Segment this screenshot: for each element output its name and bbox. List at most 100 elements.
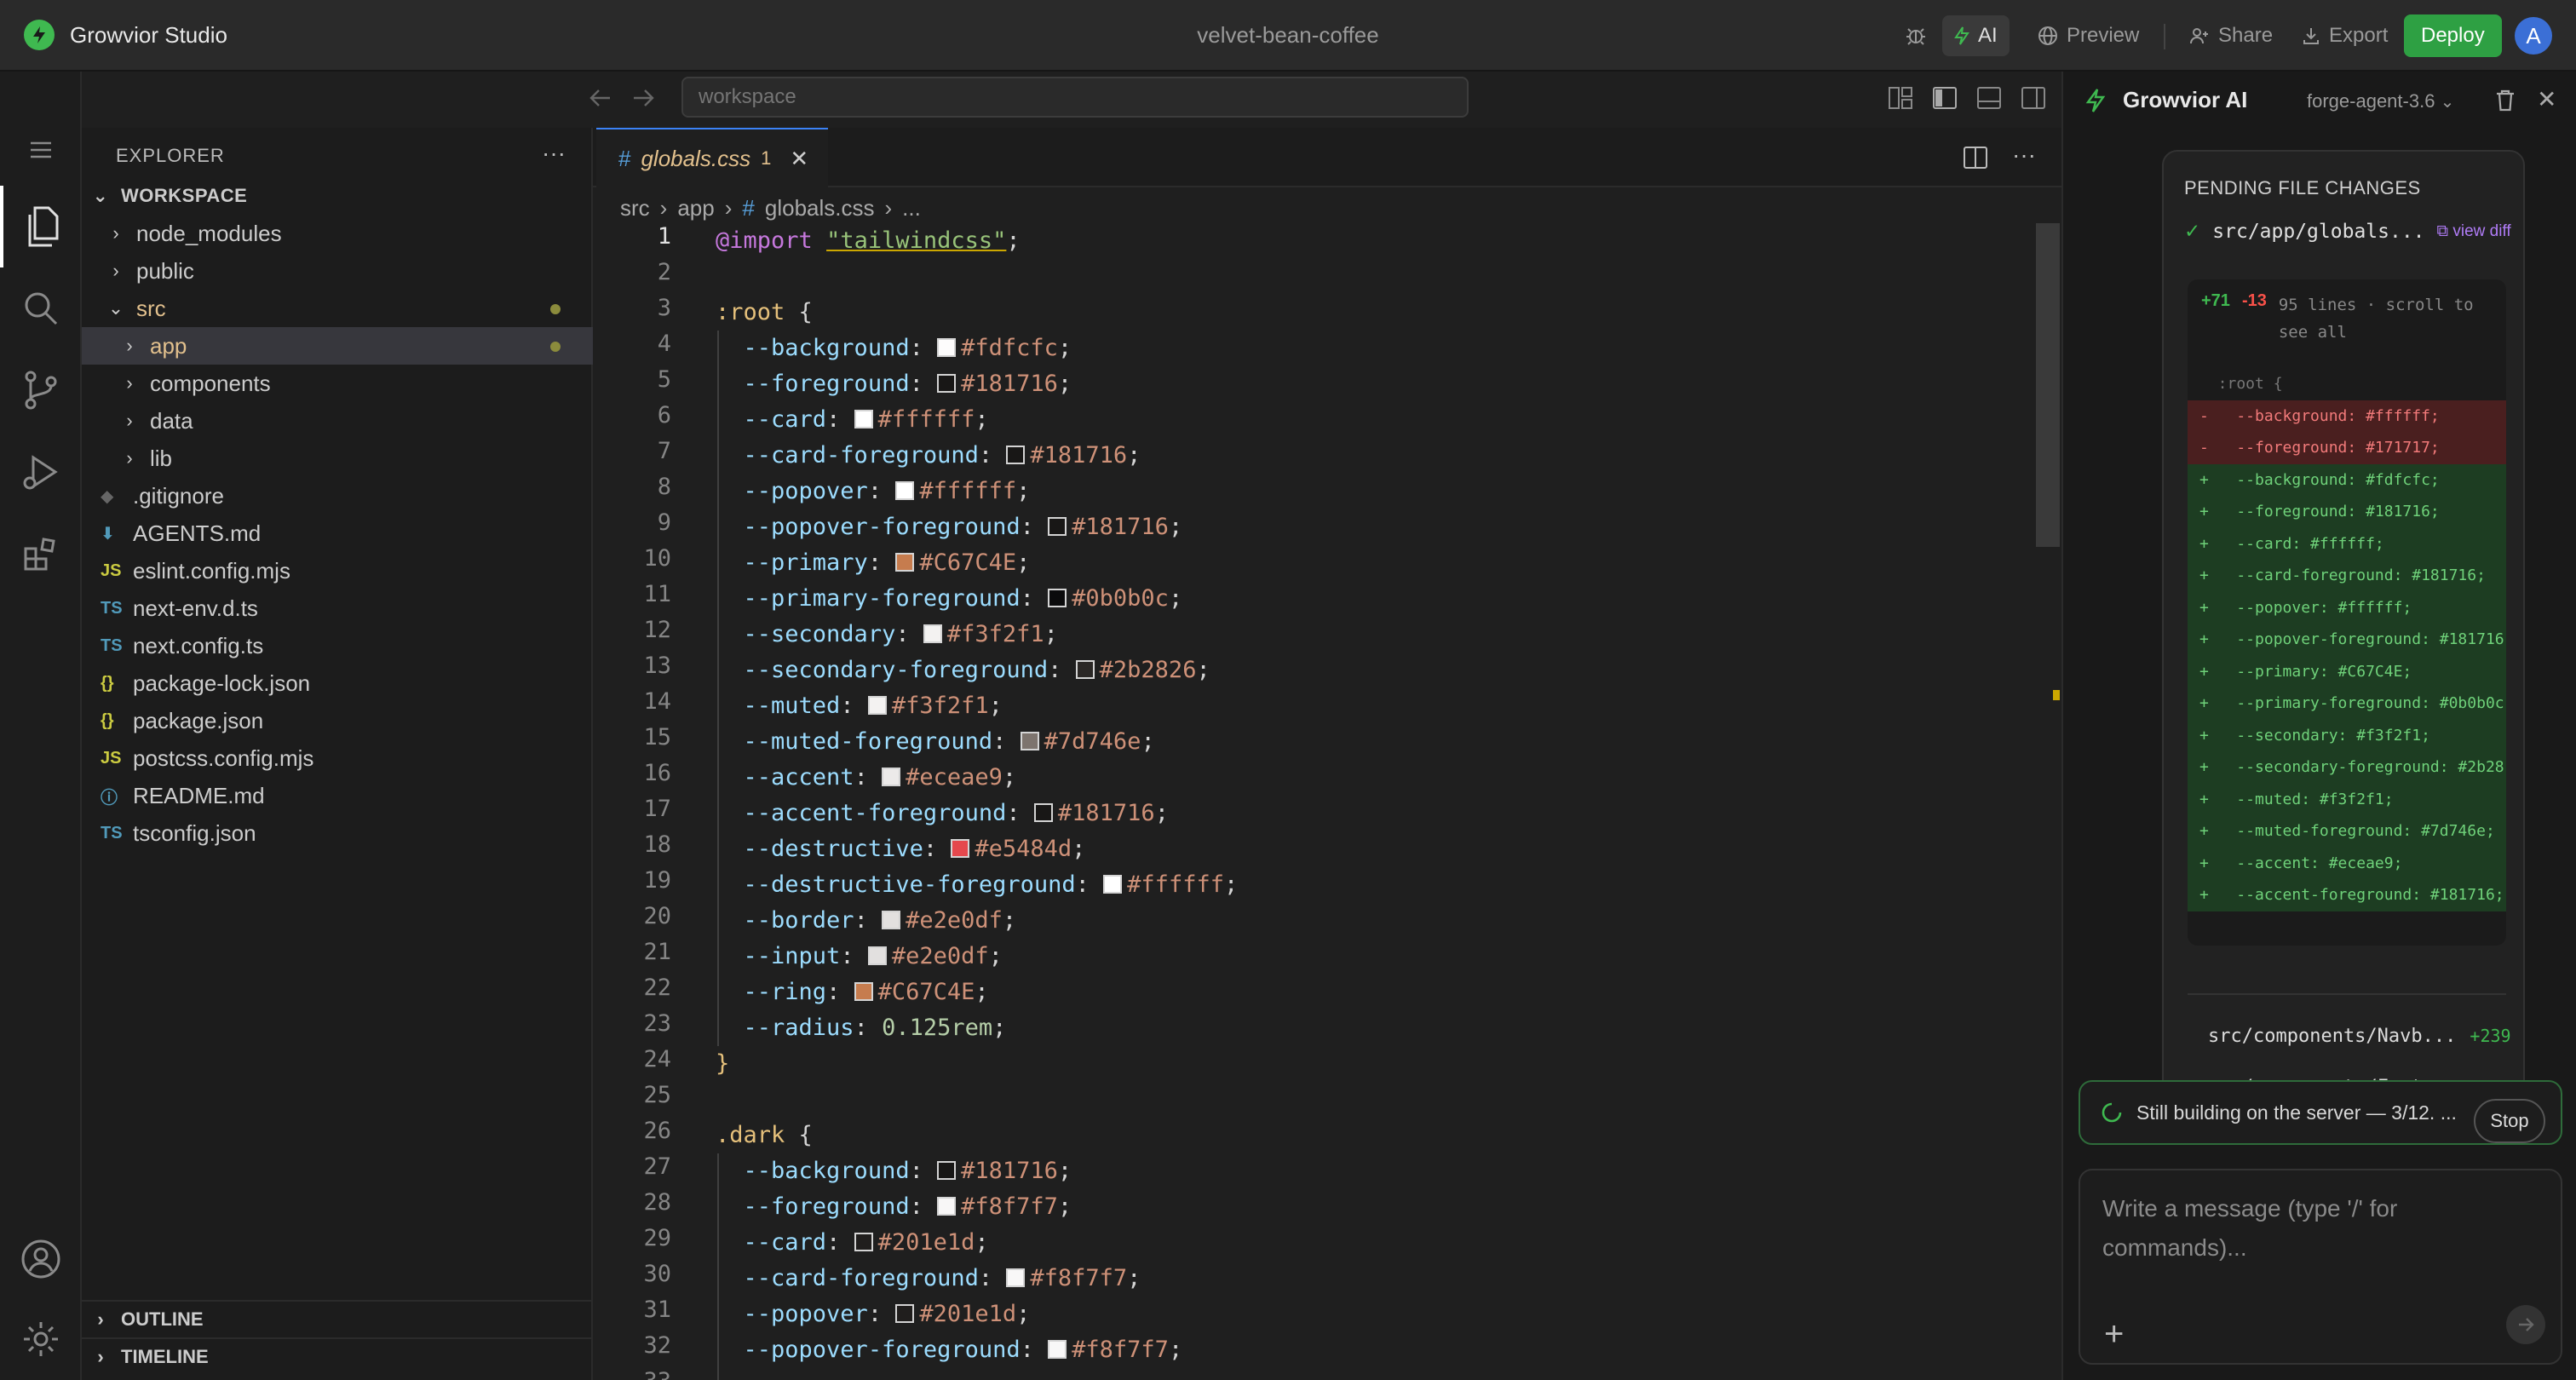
color-swatch[interactable] <box>1103 875 1123 894</box>
close-icon[interactable]: ✕ <box>2537 85 2556 113</box>
breadcrumb-item[interactable]: globals.css <box>765 195 875 221</box>
diff-preview[interactable]: +71 -13 95 lines · scroll to see all :ro… <box>2188 279 2506 946</box>
settings-activity[interactable] <box>0 1298 82 1380</box>
run-debug-activity[interactable] <box>0 431 82 513</box>
color-swatch[interactable] <box>1033 803 1053 822</box>
tree-file-package-json[interactable]: {} package.json <box>82 702 593 739</box>
tree-file-gitignore[interactable]: ◆ .gitignore <box>82 477 593 515</box>
split-editor-icon[interactable] <box>1963 145 1988 170</box>
color-swatch[interactable] <box>1006 446 1026 464</box>
tree-folder-components[interactable]: › components <box>82 365 593 402</box>
color-swatch[interactable] <box>895 553 915 572</box>
share-button[interactable]: Share <box>2177 15 2285 56</box>
breadcrumb-item[interactable]: src <box>620 195 650 221</box>
color-swatch[interactable] <box>923 624 942 643</box>
tree-folder-src[interactable]: ⌄ src <box>82 290 593 327</box>
forward-arrow-icon[interactable] <box>630 85 656 111</box>
color-swatch[interactable] <box>1048 589 1067 607</box>
tree-folder-lib[interactable]: › lib <box>82 440 593 477</box>
color-swatch[interactable] <box>867 946 887 965</box>
token: #181716 <box>961 1158 1058 1184</box>
color-swatch[interactable] <box>951 839 970 858</box>
code-editor[interactable]: 1 @import "tailwindcss"; 2 3:root {4 --back… <box>593 223 2041 1380</box>
color-swatch[interactable] <box>882 768 901 786</box>
line-number: 32 <box>643 1332 671 1359</box>
more-actions-icon[interactable]: ··· <box>2012 141 2036 169</box>
color-swatch[interactable] <box>937 338 957 357</box>
close-icon[interactable]: ✕ <box>790 146 808 172</box>
avatar[interactable]: A <box>2515 17 2552 55</box>
explorer-activity[interactable] <box>0 186 82 267</box>
tree-folder-node-modules[interactable]: › node_modules <box>82 215 593 252</box>
tree-file-next-config[interactable]: TS next.config.ts <box>82 627 593 664</box>
color-swatch[interactable] <box>854 982 873 1001</box>
color-swatch[interactable] <box>895 481 915 500</box>
token: --secondary-foreground <box>743 657 1049 683</box>
tree-file-package-lock[interactable]: {} package-lock.json <box>82 664 593 702</box>
code-text: :root { <box>716 299 813 325</box>
toggle-panel-icon[interactable] <box>1976 85 2002 111</box>
color-swatch[interactable] <box>854 1233 873 1251</box>
color-swatch[interactable] <box>854 410 873 428</box>
tree-file-eslint-config[interactable]: JS eslint.config.mjs <box>82 552 593 589</box>
ai-button[interactable]: AI <box>1942 15 2010 56</box>
token: #e5484d <box>975 836 1072 862</box>
ai-panel-header: Growvior AI forge-agent-3.6 ⌄ ✕ <box>2063 72 2576 129</box>
color-swatch[interactable] <box>937 1161 957 1180</box>
additions-count: +71 <box>2201 291 2230 310</box>
export-button[interactable]: Export <box>2290 15 2400 56</box>
color-swatch[interactable] <box>867 696 887 715</box>
more-icon[interactable]: ··· <box>542 140 566 167</box>
menu-button[interactable] <box>0 114 82 186</box>
timeline-section[interactable]: › TIMELINE <box>82 1337 593 1375</box>
color-swatch[interactable] <box>1048 517 1067 536</box>
color-swatch[interactable] <box>1006 1268 1026 1287</box>
outline-section[interactable]: › OUTLINE <box>82 1300 593 1337</box>
model-selector[interactable]: forge-agent-3.6 ⌄ <box>2307 90 2454 112</box>
customize-layout-icon[interactable] <box>1888 85 1913 111</box>
color-swatch[interactable] <box>937 374 957 393</box>
attach-plus-icon[interactable]: + <box>2104 1315 2124 1354</box>
tree-folder-public[interactable]: › public <box>82 252 593 290</box>
color-swatch[interactable] <box>1020 732 1039 750</box>
account-activity[interactable] <box>0 1218 82 1300</box>
back-arrow-icon[interactable] <box>588 85 613 111</box>
workspace-folder[interactable]: ⌄ WORKSPACE <box>82 177 593 215</box>
search-activity[interactable] <box>0 267 82 349</box>
message-input[interactable] <box>2102 1189 2528 1283</box>
send-button[interactable] <box>2506 1305 2545 1344</box>
color-swatch[interactable] <box>937 1197 957 1216</box>
tree-file-readme[interactable]: ⓘ README.md <box>82 777 593 814</box>
tree-folder-app[interactable]: › app <box>82 327 593 365</box>
view-diff-link[interactable]: ⧉ view diff <box>2437 222 2511 241</box>
source-control-activity[interactable] <box>0 349 82 431</box>
pending-file-item[interactable]: src/components/Navb... +239 <box>2194 1010 2518 1061</box>
breadcrumb-item[interactable]: ... <box>902 195 921 221</box>
tree-label: components <box>150 370 271 396</box>
tree-folder-data[interactable]: › data <box>82 402 593 440</box>
extensions-activity[interactable] <box>0 513 82 595</box>
color-swatch[interactable] <box>1075 660 1095 679</box>
tree-file-agents-md[interactable]: ⬇ AGENTS.md <box>82 515 593 552</box>
deploy-button[interactable]: Deploy <box>2404 14 2502 57</box>
breadcrumb-item[interactable]: app <box>677 195 714 221</box>
workspace-search-input[interactable] <box>681 77 1469 118</box>
editor-scrollbar[interactable] <box>2036 223 2060 547</box>
pending-file-row[interactable]: ✓ src/app/globals... ⧉ view diff <box>2184 220 2523 243</box>
bolt-icon <box>2085 89 2106 112</box>
code-line: 14 --muted: #f3f2f1; <box>593 688 2041 724</box>
tree-file-next-env[interactable]: TS next-env.d.ts <box>82 589 593 627</box>
trash-icon[interactable] <box>2494 89 2516 112</box>
tab-globals-css[interactable]: # globals.css 1 ✕ <box>596 128 828 187</box>
tree-file-postcss-config[interactable]: JS postcss.config.mjs <box>82 739 593 777</box>
color-swatch[interactable] <box>895 1304 915 1323</box>
toggle-sidebar-icon[interactable] <box>1932 85 1958 111</box>
bug-icon-button[interactable] <box>1893 15 1939 56</box>
preview-button[interactable]: Preview <box>2026 15 2151 56</box>
stop-button[interactable]: Stop <box>2474 1099 2545 1143</box>
tree-file-tsconfig[interactable]: TS tsconfig.json <box>82 814 593 852</box>
token: #f3f2f1 <box>946 621 1044 647</box>
toggle-secondary-sidebar-icon[interactable] <box>2021 85 2046 111</box>
color-swatch[interactable] <box>1048 1340 1067 1359</box>
color-swatch[interactable] <box>882 911 901 929</box>
